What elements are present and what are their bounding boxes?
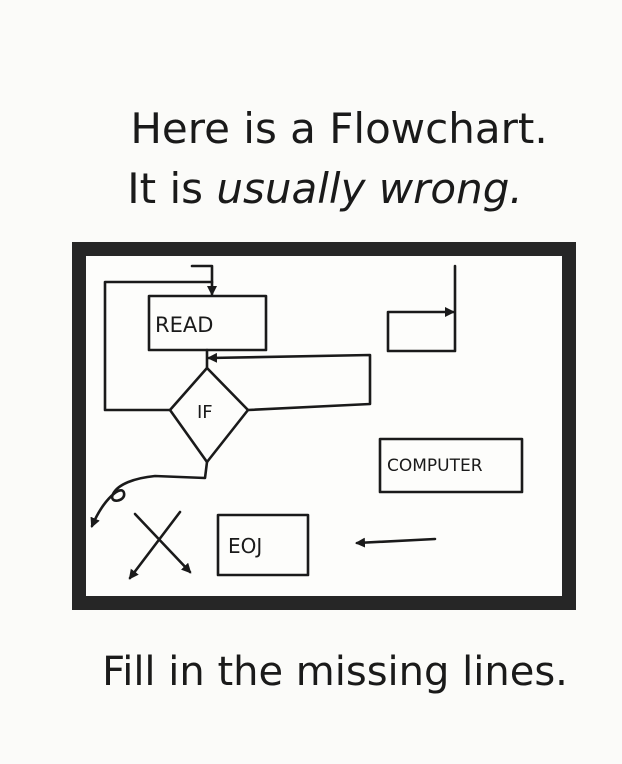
if-exit-curly-arrow — [90, 460, 209, 528]
standalone-left-arrow — [355, 537, 437, 548]
loop-line-left — [103, 280, 214, 412]
eoj-label: EOJ — [228, 534, 262, 558]
read-label: READ — [155, 313, 213, 337]
cross-arrow-right — [133, 512, 192, 574]
read-entry-arrow — [190, 264, 217, 296]
cross-arrow-left — [128, 510, 182, 580]
computer-label: COMPUTER — [387, 456, 483, 476]
if-label: IF — [197, 402, 213, 423]
caption: Fill in the missing lines. — [102, 649, 568, 695]
loop-line-right — [207, 352, 372, 412]
open-box-arrow — [386, 264, 457, 353]
